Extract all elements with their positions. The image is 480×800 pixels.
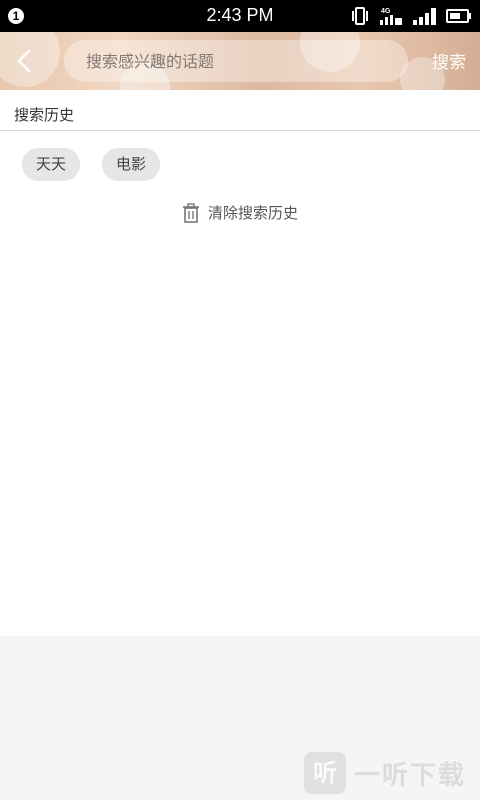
back-button[interactable]	[10, 46, 40, 76]
footer-area: 听 一听下载	[0, 636, 480, 800]
chevron-left-icon	[17, 49, 31, 73]
network-4g-icon: 4G	[380, 8, 402, 25]
search-header: 搜索	[0, 32, 480, 90]
history-title: 搜索历史	[14, 106, 75, 124]
trash-icon	[182, 202, 199, 223]
divider	[0, 130, 480, 131]
search-history-panel: 搜索历史 天天 电影 清除搜索历史	[0, 90, 480, 636]
battery-icon	[446, 9, 471, 23]
search-button[interactable]: 搜索	[432, 48, 466, 73]
status-icons: 4G	[350, 6, 472, 26]
status-bar: 1 2:43 PM 4G	[0, 0, 480, 32]
search-box[interactable]	[64, 40, 408, 82]
clear-history-button[interactable]: 清除搜索历史	[0, 202, 480, 223]
search-input[interactable]	[86, 40, 408, 82]
watermark: 听 一听下载	[303, 752, 466, 794]
watermark-logo: 听	[303, 752, 346, 794]
history-tags: 天天 电影	[22, 148, 161, 181]
signal-icon	[413, 8, 436, 25]
vibrate-icon	[352, 7, 368, 25]
history-tag[interactable]: 电影	[102, 148, 161, 181]
network-type-label: 4G	[381, 8, 391, 15]
clear-history-label: 清除搜索历史	[207, 204, 298, 222]
history-tag[interactable]: 天天	[22, 148, 81, 181]
watermark-text: 一听下载	[353, 760, 466, 791]
